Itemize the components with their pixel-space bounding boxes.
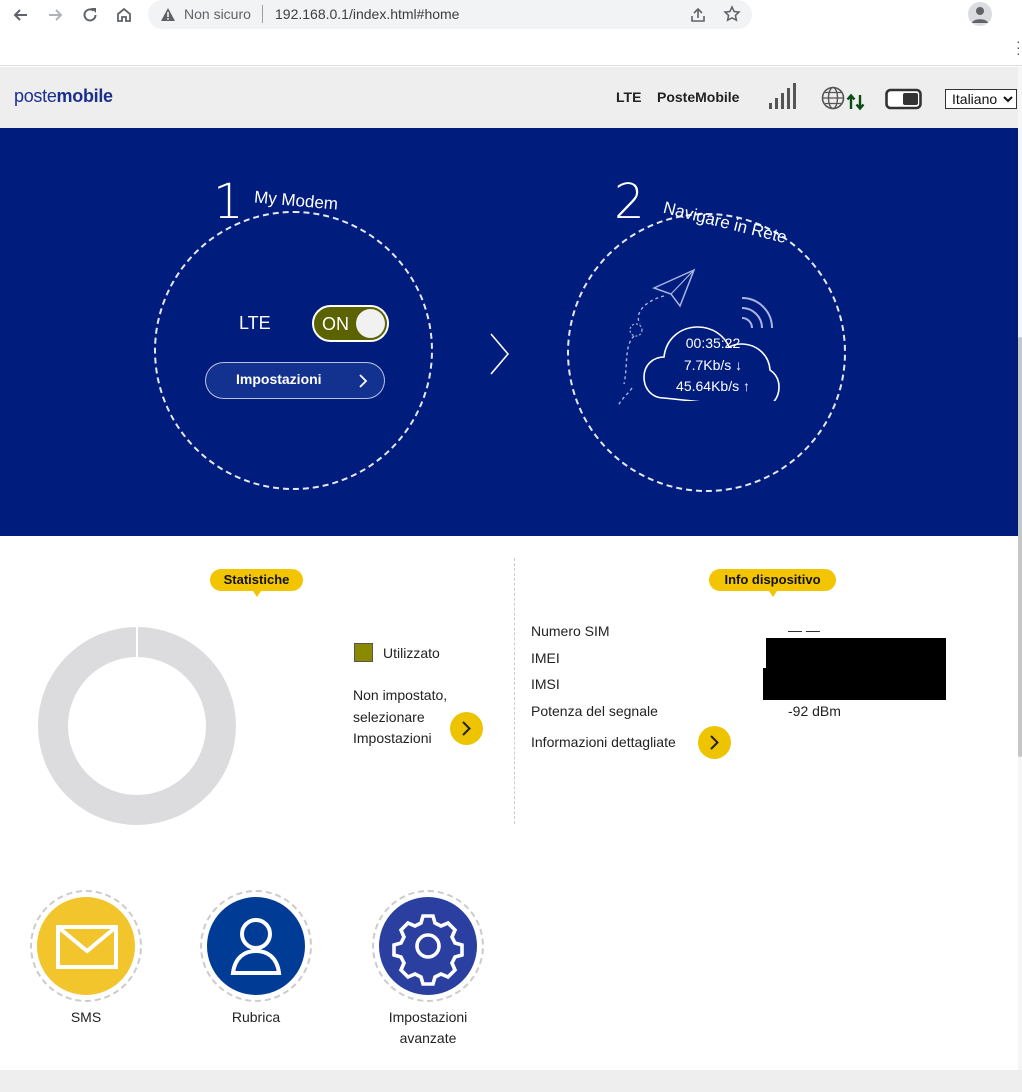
reload-icon[interactable] — [77, 2, 103, 28]
advanced-settings-shortcut[interactable] — [372, 890, 484, 1002]
step2-number: 2 — [614, 174, 645, 230]
device-info-title: Info dispositivo — [709, 569, 836, 597]
app-header: postemobile LTE PosteMobile Italiano — [0, 67, 1018, 128]
info-value-signal: -92 dBm — [788, 703, 841, 719]
signal-strength-icon — [769, 83, 796, 109]
battery-icon — [885, 88, 922, 110]
settings-button-label: Impostazioni — [236, 371, 322, 387]
language-select[interactable]: Italiano — [945, 89, 1017, 109]
envelope-icon — [56, 925, 118, 969]
info-label-imsi: IMSI — [531, 676, 560, 692]
upload-speed: 45.64Kb/s ↑ — [676, 378, 750, 394]
scrollbar-thumb[interactable] — [1018, 337, 1022, 757]
logo-suffix: mobile — [56, 86, 114, 106]
statistics-message: Non impostato, selezionare Impostazioni — [353, 687, 448, 746]
legend-used-label: Utilizzato — [383, 645, 440, 661]
advanced-settings-label[interactable]: Impostazioni avanzate — [372, 1007, 484, 1049]
details-button[interactable] — [698, 726, 731, 759]
warning-icon — [161, 8, 175, 21]
advanced-settings-shortcut-circle — [379, 897, 477, 995]
chevron-right-icon — [710, 735, 719, 750]
share-icon[interactable] — [689, 6, 707, 24]
info-label-imei: IMEI — [531, 650, 560, 666]
forward-icon[interactable] — [42, 2, 68, 28]
info-label-signal: Potenza del segnale — [531, 703, 658, 719]
lte-label: LTE — [239, 313, 271, 333]
chevron-right-icon — [359, 374, 368, 388]
sms-shortcut[interactable] — [30, 890, 142, 1002]
back-icon[interactable] — [8, 2, 34, 28]
address-separator — [262, 5, 263, 23]
postemobile-logo[interactable]: postemobile — [14, 86, 113, 107]
redaction-block — [763, 668, 946, 700]
lte-toggle[interactable]: ON — [312, 305, 389, 342]
download-speed: 7.7Kb/s ↓ — [683, 357, 743, 373]
user-icon — [230, 918, 282, 975]
step-arrow-icon — [490, 333, 510, 375]
toggle-knob — [356, 309, 385, 338]
page-footer — [0, 1070, 1022, 1092]
network-type: LTE — [616, 89, 642, 105]
toggle-state-label: ON — [322, 314, 349, 334]
legend-used-swatch — [354, 643, 373, 662]
page-scrollbar[interactable] — [1018, 67, 1022, 1070]
bookmark-star-icon[interactable] — [723, 5, 741, 23]
logo-prefix: poste — [14, 86, 57, 106]
modem-ring — [154, 211, 433, 490]
phonebook-shortcut[interactable] — [200, 890, 312, 1002]
statistics-title: Statistiche — [210, 569, 303, 597]
redaction-block — [766, 638, 946, 670]
settings-button[interactable]: Impostazioni — [205, 362, 385, 399]
browser-menu-icon[interactable]: · · · — [1016, 34, 1021, 60]
phonebook-label[interactable]: Rubrica — [200, 1007, 312, 1028]
usage-donut-chart — [38, 627, 236, 825]
donut-remaining — [38, 627, 236, 825]
chevron-right-icon — [462, 721, 471, 736]
connection-time: 00:35:22 — [685, 335, 741, 351]
connection-hero: 1 My Modem LTE ON Impostazioni 2 Navigar… — [0, 128, 1018, 536]
statistics-settings-button[interactable] — [450, 712, 483, 745]
info-value-sim: — — — [788, 622, 820, 638]
address-bar[interactable]: Non sicuro 192.168.0.1/index.html#home — [148, 0, 752, 29]
gear-icon — [392, 914, 464, 986]
sms-label[interactable]: SMS — [30, 1007, 142, 1028]
data-transfer-arrows-icon — [846, 93, 865, 111]
home-icon[interactable] — [111, 2, 137, 28]
security-warning[interactable]: Non sicuro — [184, 6, 251, 22]
info-label-sim: Numero SIM — [531, 623, 610, 639]
phonebook-shortcut-circle — [207, 897, 305, 995]
profile-avatar-icon[interactable] — [968, 2, 992, 26]
browser-chrome: Non sicuro 192.168.0.1/index.html#home ·… — [0, 0, 1022, 66]
details-link[interactable]: Informazioni dettagliate — [531, 734, 676, 750]
section-divider — [514, 558, 515, 824]
internet-globe-icon — [821, 86, 845, 110]
operator-name: PosteMobile — [657, 89, 740, 105]
sms-shortcut-circle — [37, 897, 135, 995]
url-text[interactable]: 192.168.0.1/index.html#home — [275, 6, 459, 22]
